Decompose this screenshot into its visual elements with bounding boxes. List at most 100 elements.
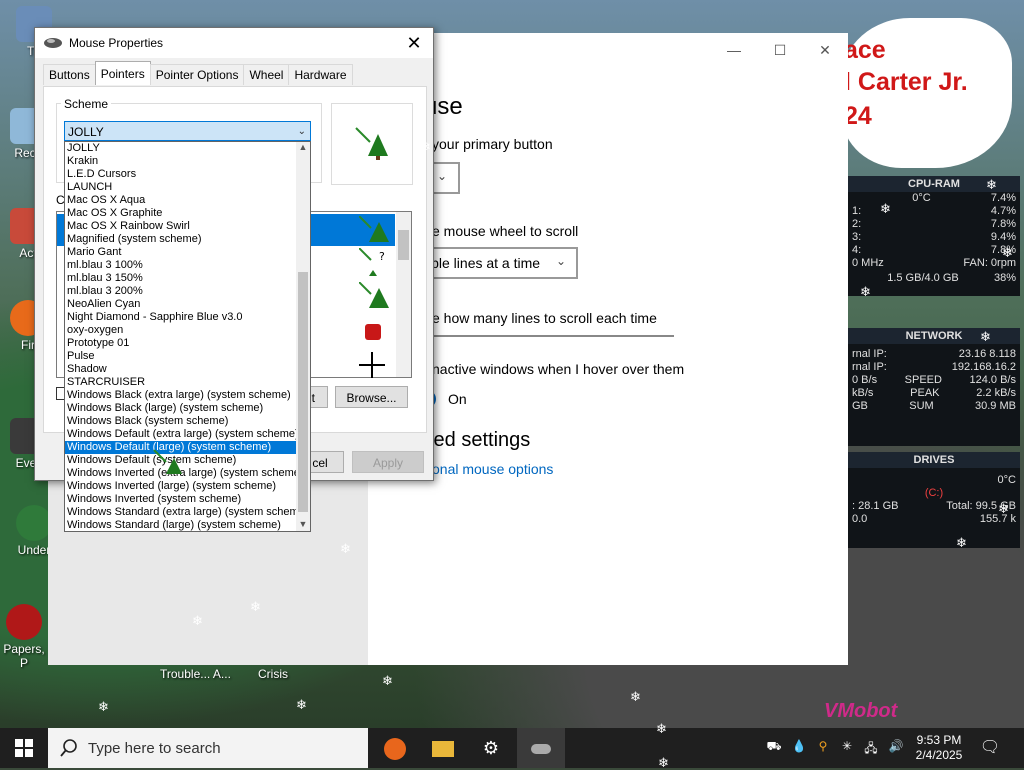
search-placeholder: Type here to search (88, 739, 221, 757)
speech-line-3: 24 (844, 102, 872, 130)
scheme-option[interactable]: Shadow (65, 363, 297, 376)
snowflake-icon: ❄ (412, 261, 423, 276)
sum-label: SUM (909, 400, 934, 412)
svg-text:?: ? (379, 250, 385, 263)
scheme-option[interactable]: Windows Standard (extra large) (system s… (65, 506, 297, 519)
scheme-option[interactable]: Windows Inverted (large) (system scheme) (65, 480, 297, 493)
ram-usage: 1.5 GB/4.0 GB (887, 272, 959, 284)
internal-ip: 23.16 8.118 (958, 348, 1016, 360)
wheel-scroll-dropdown[interactable]: iple lines at a time ⌄ (424, 247, 578, 279)
scheme-dropdown-list[interactable]: JOLLY Krakin L.E.D Cursors LAUNCH Mac OS X A… (64, 141, 311, 532)
scheme-options: JOLLY Krakin L.E.D Cursors LAUNCH Mac OS X A… (65, 142, 310, 531)
scheme-option[interactable]: Mac OS X Rainbow Swirl (65, 220, 297, 233)
scheme-option[interactable]: Windows Default (extra large) (system sc… (65, 428, 297, 441)
scheme-list-scrollbar[interactable]: ▲ ▼ (296, 142, 310, 531)
snowflake-icon: ❄ (226, 337, 237, 352)
desktop-icon-papers-please[interactable]: Papers, P (0, 604, 48, 670)
scheme-option[interactable]: JOLLY (65, 142, 297, 155)
scheme-option[interactable]: Mac OS X Aqua (65, 194, 297, 207)
taskbar: Type here to search ⚙ ⛟ 💧 ⚲ ✳ 🖧 🔊 9:53 P… (0, 728, 1024, 768)
scheme-option[interactable]: Krakin (65, 155, 297, 168)
core-3-value: 9.4% (990, 231, 1016, 243)
primary-button-label: your primary button (432, 136, 553, 152)
scroll-lines-slider[interactable] (424, 335, 674, 337)
peak-value: 2.2 kB/s (976, 387, 1016, 399)
chevron-down-icon: ⌄ (556, 254, 567, 268)
snowflake-icon: ❄ (880, 201, 891, 216)
snowflake-icon: ❄ (656, 721, 667, 736)
scheme-option[interactable]: STARCRUISER (65, 376, 297, 389)
scheme-option[interactable]: Windows Black (large) (system scheme) (65, 402, 297, 415)
tab-wheel[interactable]: Wheel (243, 64, 290, 85)
scroll-lines-label: e how many lines to scroll each time (432, 310, 657, 326)
scheme-select[interactable]: JOLLY ⌄ (64, 121, 311, 141)
drive-read: 0.0 (852, 513, 868, 525)
mouse-properties-taskbar-icon[interactable] (517, 728, 565, 768)
file-explorer-icon[interactable] (419, 728, 467, 768)
snowflake-icon: ❄ (980, 329, 991, 344)
volume-icon[interactable]: 🔊 (886, 739, 906, 753)
settings-gear-icon[interactable]: ⚙ (467, 728, 515, 768)
firefox-taskbar-icon[interactable] (371, 728, 419, 768)
tab-pointers[interactable]: Pointers (94, 61, 151, 85)
scheme-option[interactable]: oxy-oxygen (65, 324, 297, 337)
snowflake-icon: ❄ (956, 535, 967, 550)
close-button[interactable]: ✕ (802, 35, 848, 65)
tree-cursor-icon (359, 216, 389, 242)
scheme-option[interactable]: Windows Inverted (system scheme) (65, 493, 297, 506)
browse-button[interactable]: Browse... (335, 386, 408, 408)
mouse-icon (44, 38, 62, 48)
taskbar-search[interactable]: Type here to search (48, 728, 368, 768)
scheme-option[interactable]: L.E.D Cursors (65, 168, 297, 181)
scheme-option[interactable]: Windows Standard (large) (system scheme) (65, 519, 297, 531)
drive-used: : 28.1 GB (852, 500, 899, 512)
toggle-state: On (448, 391, 467, 407)
drive-temp: 0°C (997, 474, 1016, 486)
scheme-option[interactable]: ml.blau 3 200% (65, 285, 297, 298)
tab-hardware[interactable]: Hardware (288, 64, 353, 85)
clock-time: 9:53 PM (916, 733, 962, 747)
water-drop-icon[interactable]: 💧 (790, 739, 808, 753)
scheme-option[interactable]: Windows Black (extra large) (system sche… (65, 389, 297, 402)
scroll-down-icon[interactable]: ▼ (296, 519, 310, 529)
snowflake-icon: ❄ (340, 541, 351, 556)
cursor-list-scrollbar[interactable] (396, 212, 411, 377)
core-2-value: 7.8% (990, 218, 1016, 230)
scrollbar-thumb[interactable] (298, 272, 308, 512)
network-icon[interactable]: 🖧 (862, 739, 880, 760)
scheme-option[interactable]: Mario Gant (65, 246, 297, 259)
notification-icon[interactable]: 🗨 (978, 737, 1002, 757)
scheme-option[interactable]: Mac OS X Graphite (65, 207, 297, 220)
scheme-option[interactable]: Night Diamond - Sapphire Blue v3.0 (65, 311, 297, 324)
cpu-ram-widget: CPU-RAM 0°C 7.4% 1: 4.7% 2: 7.8% 3: 9.4% 4: 7… (848, 176, 1020, 296)
scheme-option[interactable]: ml.blau 3 150% (65, 272, 297, 285)
scheme-option[interactable]: Pulse (65, 350, 297, 363)
magnifier-tray-icon[interactable]: ⚲ (814, 739, 832, 753)
undertale-icon (16, 505, 52, 541)
drives-widget: DRIVES 0°C (C:) : 28.1 GB Total: 99.5 GB … (848, 452, 1020, 548)
start-button[interactable] (0, 728, 48, 768)
scheme-option[interactable]: NeoAlien Cyan (65, 298, 297, 311)
tab-pointer-options[interactable]: Pointer Options (149, 64, 245, 85)
tab-buttons[interactable]: Buttons (43, 64, 96, 85)
scheme-option[interactable]: Magnified (system scheme) (65, 233, 297, 246)
scheme-option[interactable]: Prototype 01 (65, 337, 297, 350)
scheme-option[interactable]: Windows Black (system scheme) (65, 415, 297, 428)
core-1-value: 4.7% (990, 205, 1016, 217)
apply-button[interactable]: Apply (352, 451, 424, 473)
snowflake-tray-icon[interactable]: ✳ (838, 739, 856, 753)
additional-mouse-options-link[interactable]: onal mouse options (432, 461, 553, 477)
minimize-button[interactable]: — (711, 35, 757, 65)
scheme-label: Scheme (61, 97, 112, 111)
snowflake-icon: ❄ (296, 697, 307, 712)
dialog-titlebar[interactable]: Mouse Properties (35, 28, 433, 58)
scroll-up-icon[interactable]: ▲ (296, 142, 310, 152)
tray-app-icon[interactable]: ⛟ (764, 739, 784, 755)
dialog-close-button[interactable]: ✕ (403, 32, 425, 54)
scheme-option[interactable]: LAUNCH (65, 181, 297, 194)
snowflake-icon: ❄ (986, 177, 997, 192)
scheme-option[interactable]: ml.blau 3 100% (65, 259, 297, 272)
maximize-button[interactable]: ☐ (757, 35, 803, 65)
clock[interactable]: 9:53 PM 2/4/2025 (910, 733, 968, 763)
tree-cursor-icon (359, 282, 389, 308)
